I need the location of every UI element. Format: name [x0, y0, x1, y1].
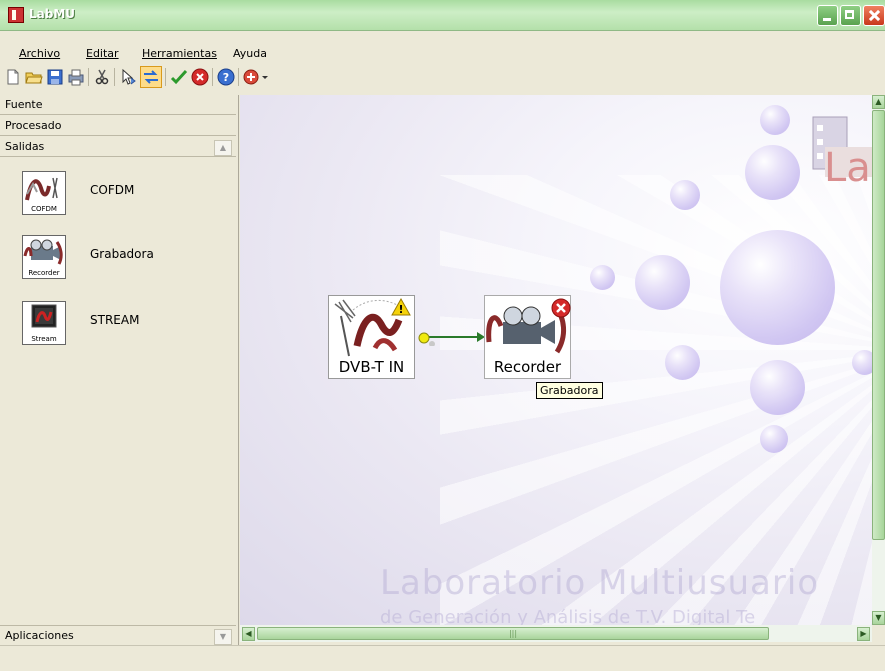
vertical-scroll-thumb[interactable] [872, 110, 885, 540]
output-item-stream[interactable]: Stream STREAM [0, 295, 236, 351]
svg-text:?: ? [223, 71, 229, 84]
output-port[interactable] [417, 331, 431, 345]
cut-icon[interactable] [93, 68, 111, 86]
tools-dropdown-icon[interactable] [243, 68, 269, 86]
node-label: DVB-T IN [338, 358, 405, 376]
background-bubble [760, 425, 788, 453]
print-icon[interactable] [67, 68, 85, 86]
expand-button[interactable]: ▼ [214, 629, 232, 645]
background-bubble [635, 255, 690, 310]
watermark-subtitle: de Generación y Análisis de T.V. Digital… [380, 607, 756, 625]
watermark-title: Laboratorio Multiusuario [380, 563, 820, 603]
toolbar-separator [114, 68, 115, 86]
cofdm-icon-caption: COFDM [31, 205, 57, 213]
maximize-button[interactable] [840, 5, 861, 26]
toolbar-separator [212, 68, 213, 86]
scroll-right-button[interactable]: ▶ [857, 627, 870, 641]
component-panel: Fuente Procesado Salidas ▲ COFDM COFDM R… [0, 95, 239, 645]
group-aplicaciones[interactable]: Aplicaciones ▼ [0, 625, 236, 645]
recorder-icon: Recorder [22, 235, 66, 279]
background-bubble [720, 230, 835, 345]
lab-logo-text: Lab [824, 145, 872, 191]
window-title: LabMU [29, 7, 76, 21]
group-fuente-label: Fuente [5, 98, 43, 111]
menu-ayuda[interactable]: Ayuda [233, 47, 267, 60]
open-folder-icon[interactable] [25, 68, 43, 86]
status-bar [0, 645, 885, 671]
connect-icon[interactable] [140, 66, 162, 88]
output-item-label: STREAM [90, 313, 140, 327]
menu-editar[interactable]: Editar [86, 47, 119, 60]
cofdm-icon: COFDM [22, 171, 66, 215]
node-label: Recorder [493, 358, 562, 376]
graph-canvas[interactable]: Lab Laboratorio Multiusuario de Generaci… [240, 95, 872, 625]
scroll-up-button[interactable]: ▲ [872, 95, 885, 109]
group-procesado-label: Procesado [5, 119, 62, 132]
scroll-left-button[interactable]: ◀ [242, 627, 255, 641]
node-recorder[interactable]: Recorder [484, 295, 571, 379]
menu-bar: Archivo Editar Herramientas Ayuda [0, 42, 885, 62]
toolbar-separator [165, 68, 166, 86]
background-bubble [670, 180, 700, 210]
group-aplicaciones-label: Aplicaciones [5, 629, 74, 642]
new-file-icon[interactable] [4, 68, 22, 86]
pointer-icon[interactable] [119, 68, 137, 86]
output-item-label: Grabadora [90, 247, 154, 261]
output-item-label: COFDM [90, 183, 135, 197]
collapse-button[interactable]: ▲ [214, 140, 232, 156]
close-button[interactable] [863, 5, 885, 26]
horizontal-scrollbar[interactable]: ◀ ||| ▶ [240, 625, 872, 642]
app-logo-icon [8, 7, 24, 23]
svg-text:!: ! [398, 303, 403, 316]
toolbar-separator [238, 68, 239, 86]
check-icon[interactable] [170, 68, 188, 86]
minimize-button[interactable] [817, 5, 838, 26]
background-bubble [745, 145, 800, 200]
background-bubble [665, 345, 700, 380]
horizontal-scroll-thumb[interactable]: ||| [257, 627, 769, 640]
output-item-cofdm[interactable]: COFDM COFDM [0, 165, 236, 221]
background-bubble [750, 360, 805, 415]
scroll-down-button[interactable]: ▼ [872, 611, 885, 625]
menu-herramientas[interactable]: Herramientas [142, 47, 217, 60]
output-item-grabadora[interactable]: Recorder Grabadora [0, 229, 236, 285]
stream-icon: Stream [22, 301, 66, 345]
title-bar[interactable]: LabMU [0, 0, 885, 31]
save-icon[interactable] [46, 68, 64, 86]
menu-archivo[interactable]: Archivo [19, 47, 60, 60]
group-salidas-label: Salidas [5, 140, 45, 153]
app-window: LabMU Archivo Editar Herramientas Ayuda … [0, 0, 885, 671]
stream-icon-caption: Stream [31, 335, 57, 343]
group-fuente[interactable]: Fuente [0, 95, 236, 115]
tooltip: Grabadora [536, 382, 603, 399]
stop-icon[interactable] [191, 68, 209, 86]
recorder-icon-caption: Recorder [28, 269, 60, 277]
help-icon[interactable]: ? [217, 68, 235, 86]
group-salidas[interactable]: Salidas ▲ [0, 137, 236, 157]
node-dvbt-in[interactable]: ! DVB-T IN [328, 295, 415, 379]
background-bubble [590, 265, 615, 290]
background-bubble [852, 350, 872, 375]
vertical-scrollbar[interactable]: ▲ ▼ [872, 95, 885, 625]
warning-icon: ! [391, 298, 411, 316]
background-bubble [760, 105, 790, 135]
toolbar-separator [88, 68, 89, 86]
group-procesado[interactable]: Procesado [0, 116, 236, 136]
error-icon [551, 298, 571, 318]
